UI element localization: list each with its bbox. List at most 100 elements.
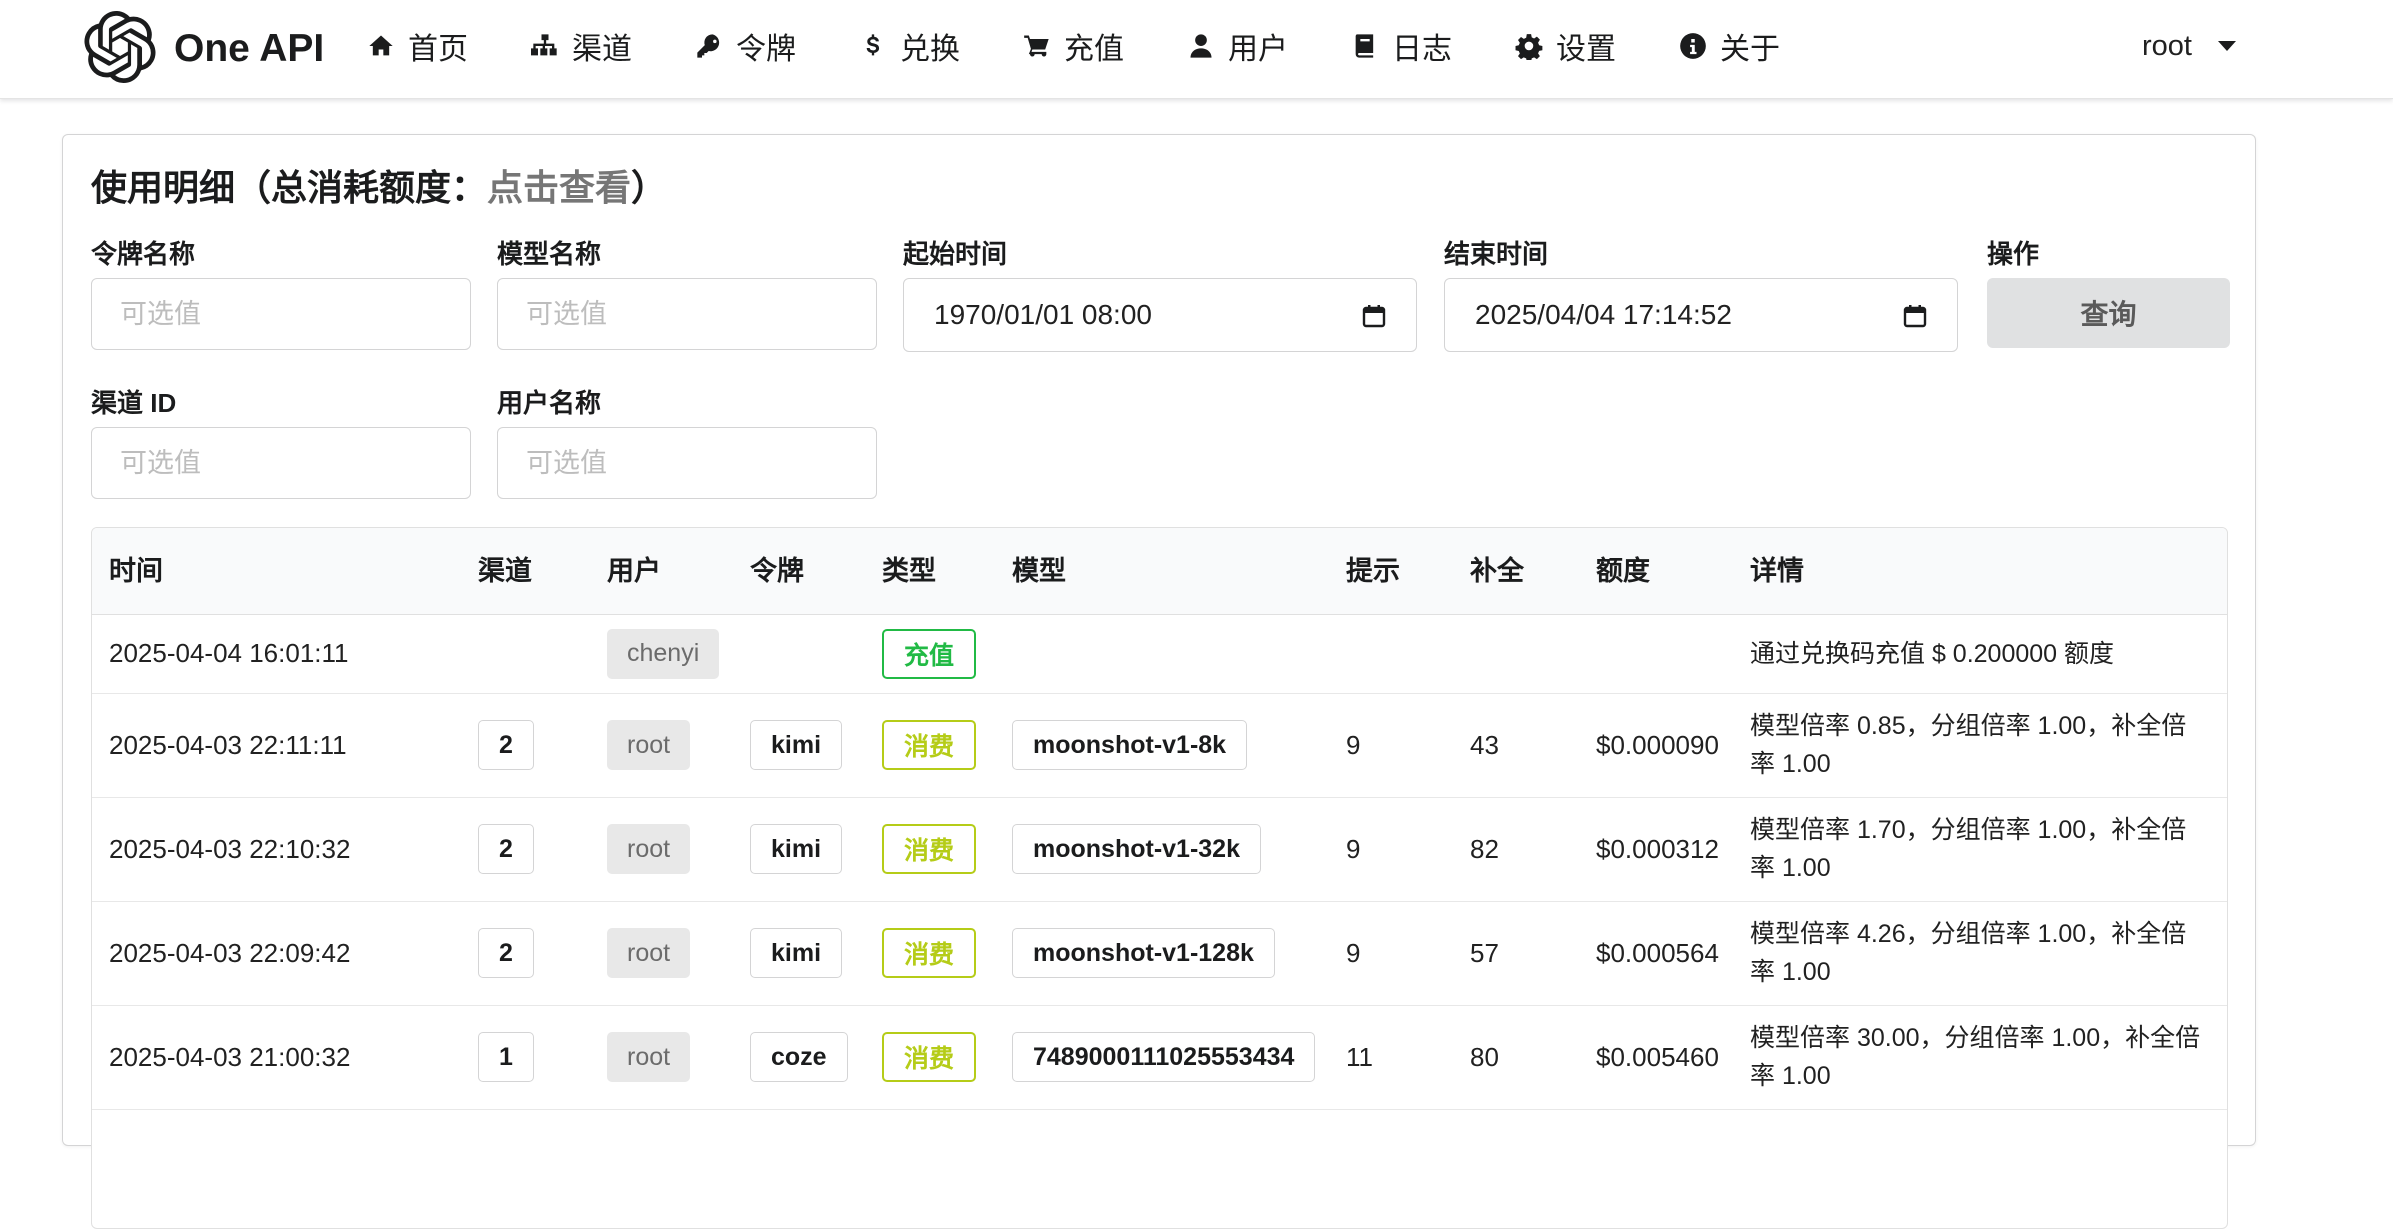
user-tag: root [607, 720, 691, 770]
type-tag: 消费 [882, 928, 977, 978]
header-completion[interactable]: 补全 [1470, 528, 1524, 614]
model-tag: 7489000111025553434 [1012, 1032, 1316, 1082]
cell-time: 2025-04-03 22:11:11 [109, 729, 347, 760]
cell-completion: 57 [1470, 937, 1499, 968]
nav-logs[interactable]: 日志 [1350, 24, 1452, 68]
cell-prompt: 9 [1346, 729, 1361, 760]
header-time[interactable]: 时间 [109, 528, 163, 614]
user-name: root [2142, 29, 2192, 62]
view-total-quota-link[interactable]: 点击查看 [487, 167, 631, 208]
channel-tag: 2 [478, 824, 534, 874]
token-tag: coze [750, 1032, 848, 1082]
title-prefix: 使用明细（总消耗额度： [91, 167, 488, 208]
token-name-label: 令牌名称 [91, 239, 196, 269]
nav-label: 设置 [1556, 33, 1616, 66]
usage-log-table: 时间 渠道 用户 令牌 类型 模型 提示 补全 额度 详情 2025-04-04… [91, 527, 2228, 1229]
header-prompt[interactable]: 提示 [1346, 528, 1400, 614]
query-button[interactable]: 查询 [1987, 278, 2230, 348]
nav-topup[interactable]: 充值 [1022, 24, 1124, 68]
cell-detail: 模型倍率 1.70，分组倍率 1.00，补全倍率 1.00 [1750, 816, 2187, 882]
cell-detail: 模型倍率 30.00，分组倍率 1.00，补全倍率 1.00 [1750, 1024, 2201, 1090]
nav-label: 兑换 [900, 33, 960, 66]
nav-label: 令牌 [736, 33, 796, 66]
username-input[interactable] [497, 427, 877, 499]
nav-channels[interactable]: 渠道 [530, 24, 632, 68]
end-time-value: 2025/04/04 17:14:52 [1475, 299, 1732, 330]
channel-tag: 2 [478, 720, 534, 770]
user-tag: root [607, 1032, 691, 1082]
model-tag: moonshot-v1-128k [1012, 928, 1275, 978]
cell-detail: 模型倍率 0.85，分组倍率 1.00，补全倍率 1.00 [1750, 712, 2187, 778]
cell-prompt: 9 [1346, 937, 1361, 968]
header-quota[interactable]: 额度 [1596, 528, 1650, 614]
channel-id-label: 渠道 ID [91, 388, 177, 418]
channel-id-input[interactable] [91, 427, 471, 499]
gear-icon [1514, 31, 1544, 61]
nav-label: 关于 [1720, 33, 1780, 66]
table-row: 2025-04-03 22:11:11 2 root kimi 消费 moons… [92, 693, 2227, 798]
home-icon [366, 31, 396, 61]
header-type[interactable]: 类型 [882, 528, 936, 614]
token-tag: kimi [750, 824, 843, 874]
cell-time: 2025-04-03 21:00:32 [109, 1041, 351, 1072]
table-row: 2025-04-03 22:10:32 2 root kimi 消费 moons… [92, 797, 2227, 902]
caret-down-icon [2217, 41, 2236, 51]
table-row: 2025-04-03 21:00:32 1 root coze 消费 74890… [92, 1005, 2227, 1110]
page-title: 使用明细（总消耗额度：点击查看） [91, 159, 667, 211]
header-channel[interactable]: 渠道 [478, 528, 532, 614]
start-time-value: 1970/01/01 08:00 [934, 299, 1152, 330]
nav-redeem[interactable]: 兑换 [858, 24, 960, 68]
end-time-input[interactable]: 2025/04/04 17:14:52 [1444, 278, 1958, 352]
key-icon [694, 31, 724, 61]
model-tag: moonshot-v1-8k [1012, 720, 1248, 770]
nav-label: 渠道 [572, 33, 632, 66]
end-time-label: 结束时间 [1444, 239, 1549, 269]
cell-completion: 82 [1470, 833, 1499, 864]
table-header: 时间 渠道 用户 令牌 类型 模型 提示 补全 额度 详情 [92, 528, 2227, 615]
user-icon [1186, 31, 1216, 61]
model-tag: moonshot-v1-32k [1012, 824, 1261, 874]
user-tag: root [607, 928, 691, 978]
header-token[interactable]: 令牌 [750, 528, 804, 614]
model-name-label: 模型名称 [497, 239, 602, 269]
cell-quota: $0.000312 [1596, 833, 1719, 864]
calendar-icon[interactable] [1362, 303, 1386, 328]
start-time-input[interactable]: 1970/01/01 08:00 [903, 278, 1417, 352]
table-row: 2025-04-03 22:09:42 2 root kimi 消费 moons… [92, 901, 2227, 1006]
token-tag: kimi [750, 928, 843, 978]
nav-tokens[interactable]: 令牌 [694, 24, 796, 68]
nav-label: 日志 [1392, 33, 1452, 66]
user-dropdown[interactable]: root [2142, 0, 2236, 92]
table-row: 2025-04-04 16:01:11 chenyi 充值 通过兑换码充值 $ … [92, 614, 2227, 694]
title-suffix: ） [631, 167, 668, 208]
start-time-label: 起始时间 [903, 239, 1008, 269]
nav-about[interactable]: 关于 [1678, 24, 1780, 68]
calendar-icon[interactable] [1903, 303, 1927, 328]
cell-time: 2025-04-03 22:10:32 [109, 833, 351, 864]
sitemap-icon [530, 31, 560, 61]
header-user[interactable]: 用户 [607, 528, 661, 614]
type-tag: 消费 [882, 720, 977, 770]
header-detail[interactable]: 详情 [1750, 528, 1804, 614]
cell-prompt: 11 [1346, 1041, 1373, 1072]
dollar-icon [858, 31, 888, 61]
nav-label: 充值 [1064, 33, 1124, 66]
cell-completion: 43 [1470, 729, 1499, 760]
usage-card: 使用明细（总消耗额度：点击查看） 令牌名称 模型名称 起始时间 1970/01/… [62, 134, 2256, 1229]
brand[interactable]: One API [84, 10, 324, 88]
cell-detail: 通过兑换码充值 $ 0.200000 额度 [1750, 639, 2115, 668]
token-name-input[interactable] [91, 278, 471, 350]
user-tag: root [607, 824, 691, 874]
openai-logo-icon [84, 10, 156, 88]
top-navbar: One API 首页 渠道 令牌 兑换 充值 用户 日志 设置 关于 root [0, 0, 2393, 99]
header-model[interactable]: 模型 [1012, 528, 1066, 614]
cell-detail: 模型倍率 4.26，分组倍率 1.00，补全倍率 1.00 [1750, 920, 2187, 986]
cell-time: 2025-04-04 16:01:11 [109, 638, 349, 668]
cell-quota: $0.005460 [1596, 1041, 1719, 1072]
model-name-input[interactable] [497, 278, 877, 350]
nav-settings[interactable]: 设置 [1514, 24, 1616, 68]
cell-quota: $0.000090 [1596, 729, 1719, 760]
type-tag: 充值 [882, 628, 977, 679]
nav-home[interactable]: 首页 [366, 24, 468, 68]
nav-users[interactable]: 用户 [1186, 24, 1288, 68]
